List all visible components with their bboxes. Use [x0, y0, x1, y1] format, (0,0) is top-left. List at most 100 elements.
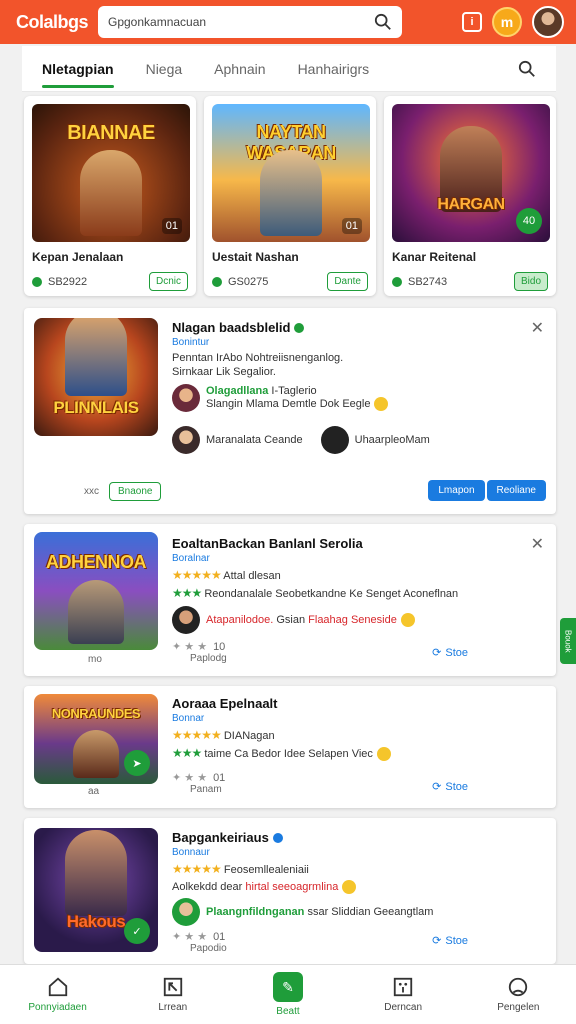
- user-avatar[interactable]: [532, 6, 564, 38]
- like-count: 10: [213, 640, 226, 653]
- home-icon: [48, 977, 67, 997]
- bottom-navigation: Ponnyiadaen Lrrean ✎ Beatt Derncan Penge…: [0, 964, 576, 1024]
- app-title[interactable]: Colalbgs: [16, 12, 94, 33]
- like-count: 01: [213, 930, 226, 943]
- user-name[interactable]: Plaangnfildnganan: [206, 906, 304, 918]
- tab-nletagpian[interactable]: Nletagpian: [42, 46, 114, 92]
- game-cover-art[interactable]: HARGAN 40: [392, 104, 550, 242]
- avatar[interactable]: [172, 426, 200, 454]
- emoji-icon: [400, 613, 415, 627]
- game-cover-art[interactable]: NAYTAN WASARAN 01: [212, 104, 370, 242]
- nav-derncan[interactable]: Derncan: [353, 976, 453, 1013]
- secondary-button[interactable]: Bnaone: [109, 482, 162, 501]
- thumb-note: aa: [88, 786, 100, 797]
- game-name: Uestait Nashan: [212, 250, 299, 264]
- tab-niega[interactable]: Niega: [146, 46, 183, 92]
- primary-button[interactable]: Lmapon: [428, 480, 485, 501]
- game-cover-art[interactable]: BIANNAE 01: [32, 104, 190, 242]
- cover-title: ADHENNOA: [45, 552, 147, 572]
- like-count: 01: [213, 771, 226, 784]
- card-title: EoaltanBackan Banlanl Serolia: [172, 536, 363, 551]
- tab-aphnain[interactable]: Aphnain: [214, 46, 265, 92]
- store-link[interactable]: ⟳ Stoe: [432, 934, 468, 948]
- nav-profile[interactable]: Pengelen: [468, 976, 568, 1013]
- hero-figure: [73, 730, 119, 778]
- play-icon[interactable]: ✓: [124, 918, 150, 944]
- search-icon[interactable]: [518, 60, 536, 78]
- card-title: Aoraaa Epelnaalt: [172, 696, 278, 711]
- tab-hanhairigrs[interactable]: Hanhairigrs: [298, 46, 370, 92]
- avatar[interactable]: [172, 384, 200, 412]
- profile-icon: [509, 977, 528, 997]
- game-list-card[interactable]: NONRAUNDES ➤ Aoraaa Epelnaalt Bonnar ★★★…: [24, 686, 556, 808]
- primary-button[interactable]: Reoliane: [486, 480, 546, 501]
- hero-figure: [65, 830, 127, 916]
- game-list-card[interactable]: PLINNLAIS ✕ Nlagan baadsblelid Bonintur …: [24, 308, 556, 514]
- avatar[interactable]: [172, 606, 200, 634]
- nav-home[interactable]: Ponnyiadaen: [8, 976, 108, 1013]
- nav-library[interactable]: Lrrean: [123, 976, 223, 1013]
- search-input[interactable]: [108, 15, 374, 29]
- cover-badge: 01: [161, 218, 182, 234]
- play-icon[interactable]: 40: [516, 208, 542, 234]
- store-link[interactable]: ⟳ Stoe: [432, 646, 468, 660]
- user-name[interactable]: Maranalata Ceande: [206, 434, 303, 446]
- user-name[interactable]: Olagadllana: [206, 385, 268, 397]
- rating-text: DIANagan: [223, 730, 275, 742]
- game-list-card[interactable]: ADHENNOA ✕ EoaltanBackan Banlanl Serolia…: [24, 524, 556, 676]
- game-thumbnail[interactable]: ADHENNOA: [34, 532, 158, 650]
- get-button[interactable]: Dante: [327, 272, 368, 291]
- game-list-card[interactable]: Hakous ✓ Bapgankeiriaus Bonnaur ★★★★★ Fe…: [24, 818, 556, 964]
- hero-figure: [260, 150, 322, 236]
- like-icon[interactable]: ✦ ★ ★: [172, 640, 207, 653]
- game-thumbnail[interactable]: PLINNLAIS: [34, 318, 158, 436]
- get-button[interactable]: Dcnic: [148, 272, 188, 291]
- game-name: Kanar Reitenal: [392, 250, 477, 264]
- rating-stars-icon: ★★★★★: [172, 568, 222, 582]
- nav-beatt[interactable]: ✎ Beatt: [238, 972, 338, 1017]
- card-description: Aolkekdd dear: [172, 880, 243, 893]
- thumb-note: mo: [88, 654, 102, 665]
- library-icon: [163, 977, 182, 997]
- feedback-side-tab[interactable]: Bouok: [560, 618, 576, 664]
- avatar[interactable]: [320, 426, 349, 454]
- search-bar[interactable]: [98, 6, 402, 38]
- green-stars-icon: ★★★: [172, 586, 202, 600]
- play-icon: ✎: [272, 972, 303, 1002]
- comment-text: Slangin Mlama Demtle Dok Eegle: [206, 397, 371, 410]
- featured-card[interactable]: NAYTAN WASARAN 01 Uestait Nashan GS0275 D…: [204, 96, 376, 296]
- user-name[interactable]: Atapanilodoe.: [206, 614, 273, 626]
- game-name: Kepan Jenalaan: [32, 250, 124, 264]
- user-name[interactable]: UhaarpleoMam: [355, 434, 430, 446]
- verified-icon: [294, 322, 305, 333]
- store-icon: ⟳: [432, 935, 442, 947]
- stat-label: Papodio: [190, 943, 227, 954]
- avatar[interactable]: [172, 898, 200, 926]
- game-thumbnail[interactable]: Hakous ✓: [34, 828, 158, 952]
- card-subtitle: Bonintur: [172, 337, 210, 348]
- store-link[interactable]: ⟳ Stoe: [432, 780, 468, 794]
- card-description: Sirnkaar Lik Segalior.: [172, 366, 276, 378]
- comment-text: Flaahag Seneside: [308, 614, 397, 626]
- comment-text: ssar Sliddian Geeangtlam: [307, 906, 434, 918]
- get-button[interactable]: Bido: [513, 272, 548, 291]
- grid-icon: [393, 977, 413, 997]
- game-thumbnail[interactable]: NONRAUNDES ➤: [34, 694, 158, 784]
- featured-card[interactable]: HARGAN 40 Kanar Reitenal SB2743 Bido: [384, 96, 556, 296]
- coin-icon[interactable]: m: [492, 7, 522, 37]
- featured-card[interactable]: BIANNAE 01 Kepan Jenalaan SB2922 Dcnic: [24, 96, 196, 296]
- game-meta: SB2922: [48, 275, 88, 288]
- card-title: Bapgankeiriaus: [172, 830, 542, 845]
- notification-icon[interactable]: i: [462, 12, 482, 32]
- game-meta: GS0275: [228, 275, 269, 288]
- search-icon[interactable]: [374, 13, 392, 31]
- cover-title: PLINNLAIS: [53, 398, 139, 417]
- cover-title: NONRAUNDES: [51, 706, 141, 721]
- play-icon[interactable]: ➤: [124, 750, 150, 776]
- like-icon[interactable]: ✦ ★ ★: [172, 771, 207, 784]
- user-extra: Gsian: [276, 614, 306, 626]
- category-tabs: Nletagpian Niega Aphnain Hanhairigrs: [22, 46, 556, 92]
- cover-title: BIANNAE: [67, 122, 155, 144]
- like-icon[interactable]: ✦ ★ ★: [172, 930, 207, 943]
- status-dot-icon: [212, 276, 222, 287]
